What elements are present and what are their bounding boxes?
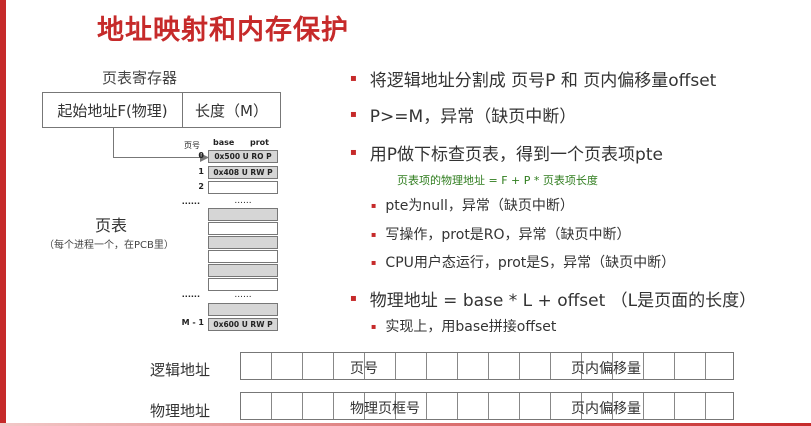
page-index-dots: ...... — [181, 290, 200, 299]
logical-address-label: 逻辑地址 — [150, 361, 211, 379]
bit-divider — [643, 393, 644, 419]
page-index-0: 0 — [198, 151, 204, 160]
page-table-dots-1: ...... — [234, 196, 252, 206]
bit-divider — [674, 393, 675, 419]
register-start-address: 起始地址F(物理) — [43, 93, 183, 127]
page-table-register: 起始地址F(物理) 长度（M） — [42, 92, 281, 128]
logical-address-bar: 页号 页内偏移量 — [240, 352, 734, 380]
bit-divider — [426, 393, 427, 419]
bit-divider — [271, 393, 272, 419]
page-table-entry-last: 0x600 U RW P — [208, 318, 278, 331]
bit-divider — [333, 353, 334, 379]
page-table-col-prot: prot — [250, 138, 269, 147]
sub-bullet-user-mode: ▪ CPU用户态运行，prot是S，异常（缺页中断） — [371, 255, 676, 271]
page-table-row — [208, 222, 278, 235]
bit-divider — [457, 353, 458, 379]
bit-divider — [705, 353, 706, 379]
page-table-entry-0: 0x500 U RO P — [208, 150, 278, 163]
bit-divider — [705, 393, 706, 419]
bullet-icon: ▪ — [371, 229, 377, 239]
bullet-icon: ▪ — [350, 147, 357, 158]
arrow-vertical — [113, 128, 114, 158]
page-table-row — [208, 250, 278, 263]
bit-divider — [488, 393, 489, 419]
bit-divider — [333, 393, 334, 419]
bit-divider — [302, 353, 303, 379]
bullet-split-address: ▪ 将逻辑地址分割成 页号P 和 页内偏移量offset — [350, 71, 717, 91]
page-index-dots: ...... — [181, 197, 200, 206]
page-table-sublabel: （每个进程一个，在PCB里） — [44, 240, 174, 251]
logical-offset: 页内偏移量 — [571, 361, 641, 377]
bullet-lookup-pte: ▪ 用P做下标查页表，得到一个页表项pte — [350, 145, 663, 165]
bit-divider — [395, 353, 396, 379]
physical-frame-number: 物理页框号 — [350, 401, 420, 417]
page-title: 地址映射和内存保护 — [97, 15, 349, 46]
bullet-icon: ▪ — [350, 73, 357, 84]
bit-divider — [271, 353, 272, 379]
bit-divider — [643, 353, 644, 379]
bit-divider — [550, 393, 551, 419]
page-table-entry-2 — [208, 181, 278, 194]
register-title: 页表寄存器 — [102, 69, 178, 87]
bullet-icon: ▪ — [350, 293, 357, 304]
bit-divider — [302, 393, 303, 419]
page-table-row — [208, 303, 278, 316]
page-table-entry-1: 0x408 U RW P — [208, 166, 278, 179]
sub-bullet-concat: ▪ 实现上，用base拼接offset — [371, 319, 557, 335]
bit-divider — [519, 353, 520, 379]
page-table-dots-2: ...... — [234, 290, 252, 300]
page-index-last: M - 1 — [181, 318, 204, 327]
bit-divider — [426, 353, 427, 379]
physical-address-bar: 物理页框号 页内偏移量 — [240, 392, 734, 420]
bullet-icon: ▪ — [371, 200, 377, 210]
bullet-p-ge-m: ▪ P>=M，异常（缺页中断） — [350, 107, 577, 127]
register-length: 长度（M） — [195, 101, 268, 120]
bit-divider — [488, 353, 489, 379]
bullet-icon: ▪ — [350, 109, 357, 120]
logical-page-number: 页号 — [350, 361, 378, 377]
page-table-row — [208, 236, 278, 249]
physical-address-label: 物理地址 — [150, 402, 211, 420]
bullet-icon: ▪ — [371, 321, 377, 331]
physical-offset: 页内偏移量 — [571, 401, 641, 417]
accent-side-bar — [0, 0, 6, 426]
page-index-2: 2 — [198, 182, 204, 191]
page-table-row — [208, 208, 278, 221]
sub-bullet-pte-null: ▪ pte为null，异常（缺页中断） — [371, 198, 574, 214]
bullet-icon: ▪ — [371, 257, 377, 267]
page-table-col-page-no: 页号 — [184, 141, 200, 150]
page-table-row — [208, 264, 278, 277]
page-index-1: 1 — [198, 167, 204, 176]
bit-divider — [519, 393, 520, 419]
page-table-col-base: base — [213, 138, 235, 147]
bit-divider — [550, 353, 551, 379]
bit-divider — [457, 393, 458, 419]
page-table-label: 页表 — [95, 216, 128, 235]
bit-divider — [674, 353, 675, 379]
sub-bullet-write-ro: ▪ 写操作，prot是RO，异常（缺页中断） — [371, 227, 631, 243]
bullet-physical-address: ▪ 物理地址 = base * L + offset （L是页面的长度） — [350, 291, 757, 311]
pte-address-formula: 页表项的物理地址 = F + P * 页表项长度 — [397, 174, 598, 187]
